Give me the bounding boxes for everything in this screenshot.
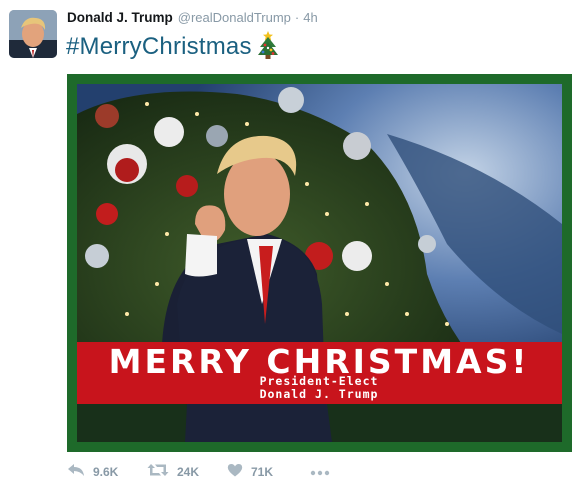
heart-icon — [227, 463, 243, 482]
tweet-header: Donald J. Trump @realDonaldTrump · 4h — [67, 10, 318, 28]
banner-line1: President-Elect — [260, 374, 379, 388]
reply-count: 9.6K — [93, 465, 119, 479]
tweet-media-image[interactable]: MERRY CHRISTMAS! President-Elect Donald … — [67, 74, 572, 452]
separator-dot: · — [294, 10, 300, 25]
banner-line2: Donald J. Trump — [260, 387, 379, 401]
christmas-tree-icon — [257, 30, 279, 65]
retweet-icon — [147, 463, 169, 482]
tweet-actions: 9.6K 24K 71K — [67, 462, 330, 482]
author-display-name[interactable]: Donald J. Trump — [67, 10, 173, 25]
avatar[interactable] — [9, 10, 57, 58]
tweet-timestamp[interactable]: 4h — [303, 10, 317, 25]
tweet-text: #MerryChristmas — [66, 29, 279, 65]
like-button[interactable]: 71K — [227, 463, 302, 482]
reply-icon — [67, 463, 85, 482]
retweet-button[interactable]: 24K — [147, 463, 219, 482]
like-count: 71K — [251, 465, 274, 479]
retweet-count: 24K — [177, 465, 200, 479]
hashtag-link[interactable]: #MerryChristmas — [66, 33, 252, 61]
more-button[interactable] — [310, 463, 330, 481]
more-dots-icon — [310, 463, 330, 481]
reply-button[interactable]: 9.6K — [67, 463, 147, 482]
author-handle[interactable]: @realDonaldTrump — [178, 10, 291, 25]
tweet: Donald J. Trump @realDonaldTrump · 4h #M… — [0, 0, 585, 495]
